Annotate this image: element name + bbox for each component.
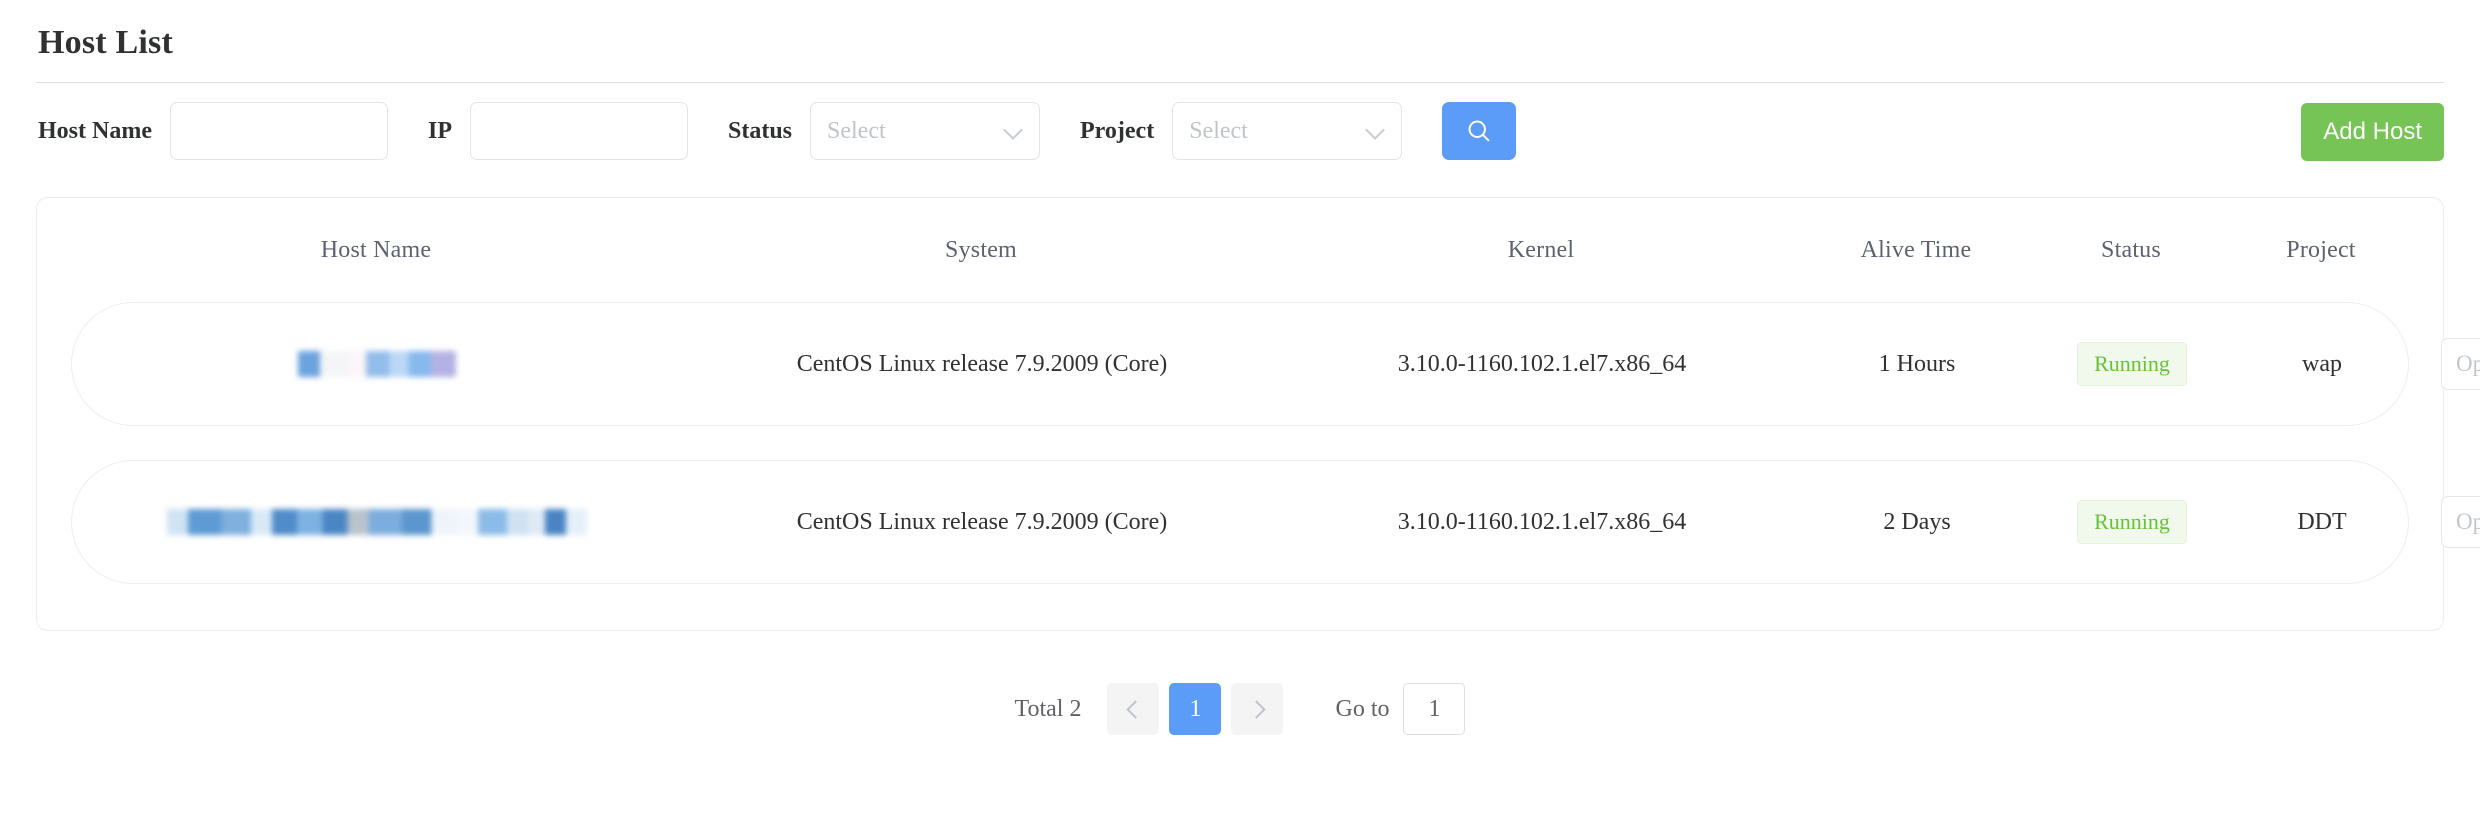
cell-status: Running <box>2032 500 2232 544</box>
cell-host-name <box>72 351 682 377</box>
status-label: Status <box>727 117 793 144</box>
cell-kernel: 3.10.0-1160.102.1.el7.x86_64 <box>1397 508 1687 535</box>
table-row[interactable]: CentOS Linux release 7.9.2009 (Core) 3.1… <box>71 460 2480 584</box>
column-header-operation: Operation <box>2411 237 2480 264</box>
host-name-label: Host Name <box>38 117 152 144</box>
chevron-left-icon <box>1126 702 1140 716</box>
status-select[interactable]: Select <box>810 102 1041 160</box>
project-select-value: Select <box>1189 117 1248 144</box>
cell-system: CentOS Linux release 7.9.2009 (Core) <box>796 350 1168 377</box>
cell-operation: Operation <box>2412 338 2480 390</box>
chevron-right-icon <box>1250 702 1264 716</box>
status-badge: Running <box>2077 342 2187 386</box>
column-header-kernel: Kernel <box>1507 236 1575 263</box>
status-select-value: Select <box>827 117 886 144</box>
cell-alive-time: 1 Hours <box>1878 350 1956 377</box>
cell-operation: Operation <box>2412 496 2480 548</box>
status-badge: Running <box>2077 500 2187 544</box>
page-number-button[interactable]: 1 <box>1169 683 1222 735</box>
table-row[interactable]: CentOS Linux release 7.9.2009 (Core) 3.1… <box>71 302 2480 426</box>
prev-page-button[interactable] <box>1107 683 1160 735</box>
cell-system: CentOS Linux release 7.9.2009 (Core) <box>796 508 1168 535</box>
column-header-alive-time: Alive Time <box>1860 236 1972 263</box>
search-button[interactable] <box>1442 102 1517 160</box>
filter-bar: Host Name IP Status Select Project Selec… <box>36 83 2444 179</box>
host-name-input[interactable] <box>169 102 388 160</box>
cell-project: wap <box>2302 350 2342 377</box>
cell-status: Running <box>2032 342 2232 386</box>
redacted-host-name <box>167 509 587 535</box>
operation-select-value: Operation <box>2456 509 2480 534</box>
column-header-status: Status <box>2101 236 2161 263</box>
total-count: Total 2 <box>1014 695 1082 722</box>
project-select[interactable]: Select <box>1172 102 1403 160</box>
operation-select[interactable]: Operation <box>2441 496 2480 548</box>
cell-host-name <box>72 509 682 535</box>
ip-label: IP <box>427 117 452 144</box>
chevron-down-icon <box>1367 122 1385 140</box>
column-header-system: System <box>945 236 1017 263</box>
host-list-page: Host List Host Name IP Status Select Pro… <box>0 0 2480 820</box>
column-header-host-name: Host Name <box>320 236 432 263</box>
operation-select-value: Operation <box>2456 351 2480 376</box>
redacted-host-name <box>298 351 456 377</box>
cell-kernel: 3.10.0-1160.102.1.el7.x86_64 <box>1397 350 1687 377</box>
add-host-button[interactable]: Add Host <box>2301 103 2444 161</box>
column-header-project: Project <box>2286 236 2356 263</box>
search-icon <box>1465 117 1493 145</box>
project-label: Project <box>1080 117 1155 144</box>
host-table-card: Host Name System Kernel Alive Time Statu… <box>36 197 2480 631</box>
page-title: Host List <box>38 24 173 61</box>
next-page-button[interactable] <box>1231 683 1284 735</box>
goto-label: Go to <box>1335 695 1390 722</box>
goto-page-input[interactable] <box>1403 683 1466 735</box>
cell-alive-time: 2 Days <box>1883 508 1951 535</box>
operation-select[interactable]: Operation <box>2441 338 2480 390</box>
cell-project: DDT <box>2297 508 2347 535</box>
ip-input[interactable] <box>469 102 688 160</box>
table-header-row: Host Name System Kernel Alive Time Statu… <box>71 198 2409 302</box>
pagination: Total 2 1 Go to <box>36 683 2444 735</box>
chevron-down-icon <box>1005 122 1023 140</box>
